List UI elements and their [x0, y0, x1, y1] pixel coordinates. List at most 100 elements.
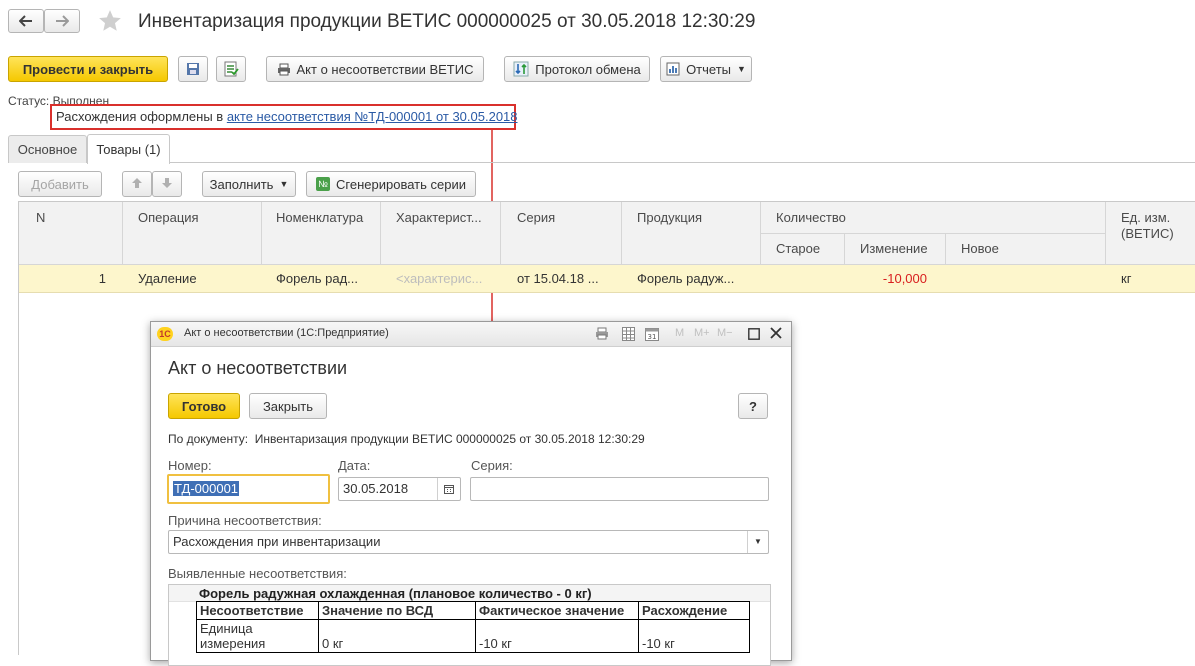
col-header-new[interactable]: Новое: [961, 241, 999, 256]
row-new: [946, 265, 1096, 293]
print-icon: [277, 63, 291, 76]
row-characteristic: <характерис...: [396, 271, 483, 286]
forward-button[interactable]: [44, 9, 80, 33]
number-field[interactable]: ТД-000001: [167, 474, 330, 504]
ready-button[interactable]: Готово: [168, 393, 240, 419]
col-header-unit[interactable]: Ед. изм. (ВЕТИС): [1121, 210, 1187, 242]
page-title: Инвентаризация продукции ВЕТИС 000000025…: [138, 11, 756, 32]
dialog-window-title: Акт о несоответствии (1С:Предприятие): [184, 327, 389, 339]
date-label: Дата:: [338, 458, 371, 473]
date-field[interactable]: 30.05.2018: [338, 477, 461, 501]
arrow-up-icon: [131, 177, 143, 192]
chevron-down-icon: ▼: [737, 64, 746, 74]
app-logo-icon: 1С: [157, 327, 173, 341]
row-series: от 15.04.18 ...: [517, 271, 599, 286]
found-mismatches-label: Выявленные несоответствия:: [168, 566, 347, 581]
row-change: -10,000: [882, 271, 927, 286]
exchange-protocol-label: Протокол обмена: [535, 61, 641, 77]
table-icon[interactable]: [622, 327, 635, 344]
reason-label: Причина несоответствия:: [168, 513, 322, 528]
close-icon[interactable]: [770, 327, 782, 342]
mismatch-table-header: Несоответствие Значение по ВСД Фактическ…: [196, 601, 750, 620]
star-icon[interactable]: [97, 8, 123, 37]
reports-dropdown[interactable]: Отчеты ▼: [660, 56, 752, 82]
row-old: [761, 265, 841, 293]
move-down-button[interactable]: [152, 171, 182, 197]
act-mismatch-label: Акт о несоответствии ВЕТИС: [296, 61, 474, 77]
by-document-text: По документу: Инвентаризация продукции В…: [168, 432, 645, 446]
col-header-nomenclature[interactable]: Номенклатура: [276, 210, 364, 225]
act-mismatch-button[interactable]: Акт о несоответствии ВЕТИС: [266, 56, 484, 82]
act-mismatch-dialog: 1С Акт о несоответствии (1С:Предприятие)…: [150, 321, 792, 666]
series-field[interactable]: [470, 477, 769, 501]
mismatch-col-kind: Несоответствие: [196, 601, 319, 620]
tab-main[interactable]: Основное: [8, 135, 87, 163]
fill-dropdown[interactable]: Заполнить ▼: [202, 171, 296, 197]
row-product: Форель радуж...: [637, 271, 735, 286]
exchange-icon: [513, 61, 529, 77]
mismatch-actual-value: -10 кг: [475, 619, 639, 653]
col-header-characteristic[interactable]: Характерист...: [396, 210, 482, 225]
report-icon: [666, 62, 680, 76]
col-header-old[interactable]: Старое: [776, 241, 821, 256]
close-button[interactable]: Закрыть: [249, 393, 327, 419]
arrow-right-icon: [55, 15, 69, 27]
fill-label: Заполнить: [209, 176, 274, 192]
mismatch-col-vsd: Значение по ВСД: [318, 601, 476, 620]
generate-series-label: Сгенерировать серии: [336, 176, 466, 192]
reason-value: Расхождения при инвентаризации: [173, 534, 381, 549]
arrow-left-icon: [19, 15, 33, 27]
number-sign-icon: №: [316, 177, 331, 191]
post-and-close-button[interactable]: Провести и закрыть: [8, 56, 168, 82]
reason-select[interactable]: Расхождения при инвентаризации ▼: [168, 530, 769, 554]
post-document-icon: [223, 61, 239, 77]
mismatch-kind: Единица измерения: [196, 619, 319, 653]
number-label: Номер:: [168, 458, 212, 473]
move-up-button[interactable]: [122, 171, 152, 197]
post-button[interactable]: [216, 56, 246, 82]
svg-text:31: 31: [648, 333, 657, 341]
add-button[interactable]: Добавить: [18, 171, 102, 197]
mismatch-col-diff: Расхождение: [638, 601, 750, 620]
arrow-down-icon: [161, 177, 173, 192]
generate-series-button[interactable]: № Сгенерировать серии: [306, 171, 476, 197]
m-icon[interactable]: M: [675, 327, 684, 339]
mismatch-report: Форель радужная охлажденная (плановое ко…: [168, 584, 771, 666]
maximize-icon[interactable]: [748, 328, 760, 343]
row-n: 1: [98, 271, 106, 286]
save-button[interactable]: [178, 56, 208, 82]
exchange-protocol-button[interactable]: Протокол обмена: [504, 56, 650, 82]
calendar-picker-icon[interactable]: [437, 478, 460, 500]
col-header-n[interactable]: N: [36, 210, 46, 225]
row-operation: Удаление: [138, 271, 197, 286]
col-header-quantity[interactable]: Количество: [776, 210, 846, 225]
calendar-icon[interactable]: 31: [645, 326, 659, 344]
mismatch-row: Единица измерения 0 кг -10 кг -10 кг: [196, 619, 750, 653]
chevron-down-icon[interactable]: ▼: [747, 531, 768, 553]
print-icon[interactable]: [595, 327, 609, 343]
m-minus-icon[interactable]: M−: [717, 327, 733, 339]
help-button[interactable]: ?: [738, 393, 768, 419]
series-label: Серия:: [471, 458, 513, 473]
discrepancy-prefix: Расхождения оформлены в: [56, 109, 224, 124]
mismatch-col-actual: Фактическое значение: [475, 601, 639, 620]
row-unit: кг: [1121, 271, 1132, 286]
number-value: ТД-000001: [173, 481, 240, 496]
save-icon: [186, 62, 200, 76]
date-value: 30.05.2018: [343, 481, 409, 496]
chevron-down-icon: ▼: [279, 179, 289, 189]
col-header-series[interactable]: Серия: [517, 210, 556, 225]
discrepancy-act-link[interactable]: акте несоответствия №ТД-000001 от 30.05.…: [227, 109, 518, 124]
col-header-product[interactable]: Продукция: [637, 210, 703, 225]
col-header-operation[interactable]: Операция: [138, 210, 199, 225]
mismatch-diff-value: -10 кг: [638, 619, 750, 653]
back-button[interactable]: [8, 9, 44, 33]
tab-strip-line: [170, 162, 1195, 163]
tab-goods[interactable]: Товары (1): [87, 134, 170, 164]
m-plus-icon[interactable]: M+: [694, 327, 710, 339]
dialog-heading: Акт о несоответствии: [168, 358, 348, 378]
mismatch-table: Несоответствие Значение по ВСД Фактическ…: [196, 601, 750, 653]
col-header-change[interactable]: Изменение: [860, 241, 928, 256]
dialog-titlebar: 1С Акт о несоответствии (1С:Предприятие)…: [151, 322, 791, 347]
mismatch-vsd-value: 0 кг: [318, 619, 476, 653]
